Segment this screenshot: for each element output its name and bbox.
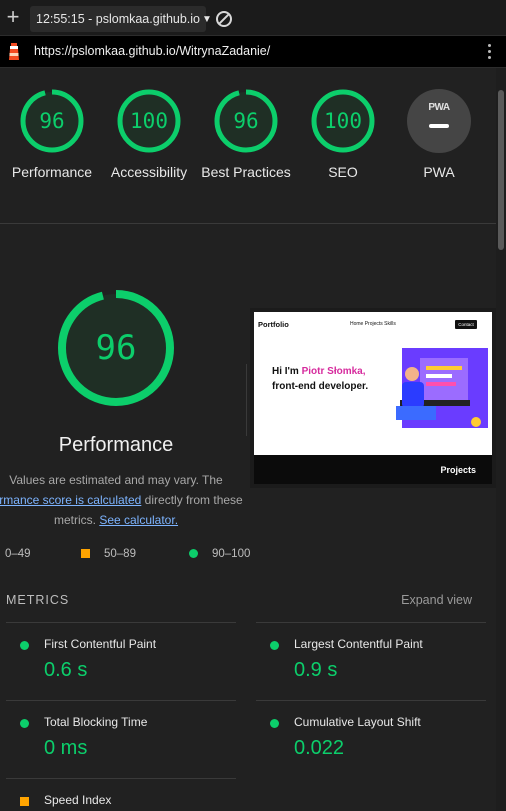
legend-label: 90–100 xyxy=(212,548,251,560)
performance-title: Performance xyxy=(58,434,174,456)
performance-section: 96 Performance Values are estimated and … xyxy=(0,224,496,654)
metric-speed-index: Speed Index xyxy=(6,778,236,811)
metric-value: 0.022 xyxy=(294,737,345,759)
pass-circle-icon xyxy=(20,641,29,650)
developer-illustration xyxy=(396,348,488,428)
screenshot-nav: Portfolio Home Projects Skills Contact xyxy=(254,320,492,334)
hero-text: Hi I'm xyxy=(272,366,302,377)
metrics-title: METRICS xyxy=(6,593,70,607)
gauge-performance[interactable]: 96 Performance xyxy=(2,88,102,182)
block-icon[interactable] xyxy=(216,11,232,27)
legend-pass: 90–100 xyxy=(189,548,250,560)
page-scrollbar[interactable] xyxy=(496,68,506,811)
screenshot-contact: Contact xyxy=(455,320,477,329)
gauge-score: 100 xyxy=(130,109,168,133)
performance-description: Values are estimated and may vary. The f… xyxy=(0,470,272,530)
gauge-accessibility[interactable]: 100 Accessibility xyxy=(99,88,199,182)
gauge-score: 96 xyxy=(233,109,259,133)
url-text[interactable]: https://pslomkaa.github.io/WitrynaZadani… xyxy=(34,44,270,58)
pass-circle-icon xyxy=(189,549,198,558)
browser-tab-bar: + 12:55:15 - pslomkaa.github.io ▼ xyxy=(0,0,506,36)
hero-text: front-end developer. xyxy=(272,381,369,392)
lighthouse-logo-icon xyxy=(9,43,19,60)
metric-label: First Contentful Paint xyxy=(44,637,157,651)
gauge-seo[interactable]: 100 SEO xyxy=(293,88,393,182)
metric-lcp: Largest Contentful Paint 0.9 s xyxy=(256,622,486,694)
gauge-best-practices[interactable]: 96 Best Practices xyxy=(196,88,296,182)
pass-circle-icon xyxy=(20,719,29,728)
score-calculated-link[interactable]: formance score is calculated xyxy=(0,493,141,507)
gauge-label: Accessibility xyxy=(110,164,188,180)
metric-label: Total Blocking Time xyxy=(44,715,148,729)
metric-value: 0.9 s xyxy=(294,659,338,681)
pass-circle-icon xyxy=(270,641,279,650)
gauge-label: SEO xyxy=(328,164,358,180)
scrollbar-thumb[interactable] xyxy=(498,90,504,250)
more-options-icon[interactable] xyxy=(488,44,492,62)
desc-text: Values are estimated and may vary. The xyxy=(9,473,223,487)
see-calculator-link[interactable]: See calculator. xyxy=(99,513,178,527)
metric-label: Largest Contentful Paint xyxy=(294,637,423,651)
metric-label: Cumulative Layout Shift xyxy=(294,715,421,729)
expand-view-toggle[interactable]: Expand view xyxy=(401,593,472,607)
metric-fcp: First Contentful Paint 0.6 s xyxy=(6,622,236,694)
screenshot-footer: Projects xyxy=(254,455,492,484)
average-square-icon xyxy=(20,797,29,806)
metric-value: 0 ms xyxy=(44,737,88,759)
divider xyxy=(246,364,247,436)
metrics-header: METRICS Expand view xyxy=(0,593,496,613)
new-tab-icon[interactable]: + xyxy=(4,6,22,28)
metric-value: 0.6 s xyxy=(44,659,88,681)
gauge-pwa[interactable]: PWA PWA xyxy=(389,88,489,182)
metric-label: Speed Index xyxy=(44,793,112,807)
gauge-score: 100 xyxy=(324,109,362,133)
metric-cls: Cumulative Layout Shift 0.022 xyxy=(256,700,486,772)
screenshot-hero: Hi I'm Piotr Słomka, front-end developer… xyxy=(272,364,368,394)
score-legend: 0–49 50–89 90–100 xyxy=(0,548,496,568)
tab-dropdown-icon[interactable]: ▼ xyxy=(202,14,212,25)
category-gauges: 96 Performance 100 Accessibility 96 Best… xyxy=(0,68,496,224)
screenshot-brand: Portfolio xyxy=(258,320,289,329)
final-screenshot[interactable]: Portfolio Home Projects Skills Contact H… xyxy=(250,308,496,488)
desc-text: metrics. xyxy=(53,513,100,527)
legend-fail: 0–49 xyxy=(5,548,31,560)
gauge-label: PWA xyxy=(423,164,455,180)
legend-label: 50–89 xyxy=(104,548,136,560)
pass-circle-icon xyxy=(270,719,279,728)
pwa-dash xyxy=(429,124,449,128)
gauge-label: Performance xyxy=(11,164,93,180)
pwa-badge-icon: PWA xyxy=(407,89,471,153)
metric-tbt: Total Blocking Time 0 ms xyxy=(6,700,236,772)
average-square-icon xyxy=(81,549,90,558)
screenshot-links: Home Projects Skills xyxy=(350,321,396,327)
tab-title: 12:55:15 - pslomkaa.github.io xyxy=(36,12,200,26)
gauge-label: Best Practices xyxy=(201,164,291,180)
gauge-score: 96 xyxy=(39,109,65,133)
performance-score: 96 xyxy=(95,328,137,368)
pwa-badge-text: PWA xyxy=(428,102,450,113)
desc-text: directly from these xyxy=(141,493,243,507)
browser-tab[interactable]: 12:55:15 - pslomkaa.github.io ▼ xyxy=(30,6,212,32)
legend-average: 50–89 xyxy=(81,548,136,560)
legend-label: 0–49 xyxy=(5,548,31,560)
screenshot-footer-text: Projects xyxy=(440,465,476,475)
report-content: 96 Performance 100 Accessibility 96 Best… xyxy=(0,68,496,811)
performance-big-gauge: 96 xyxy=(56,288,176,408)
hero-name: Piotr Słomka, xyxy=(301,366,366,377)
address-bar: https://pslomkaa.github.io/WitrynaZadani… xyxy=(0,36,506,68)
